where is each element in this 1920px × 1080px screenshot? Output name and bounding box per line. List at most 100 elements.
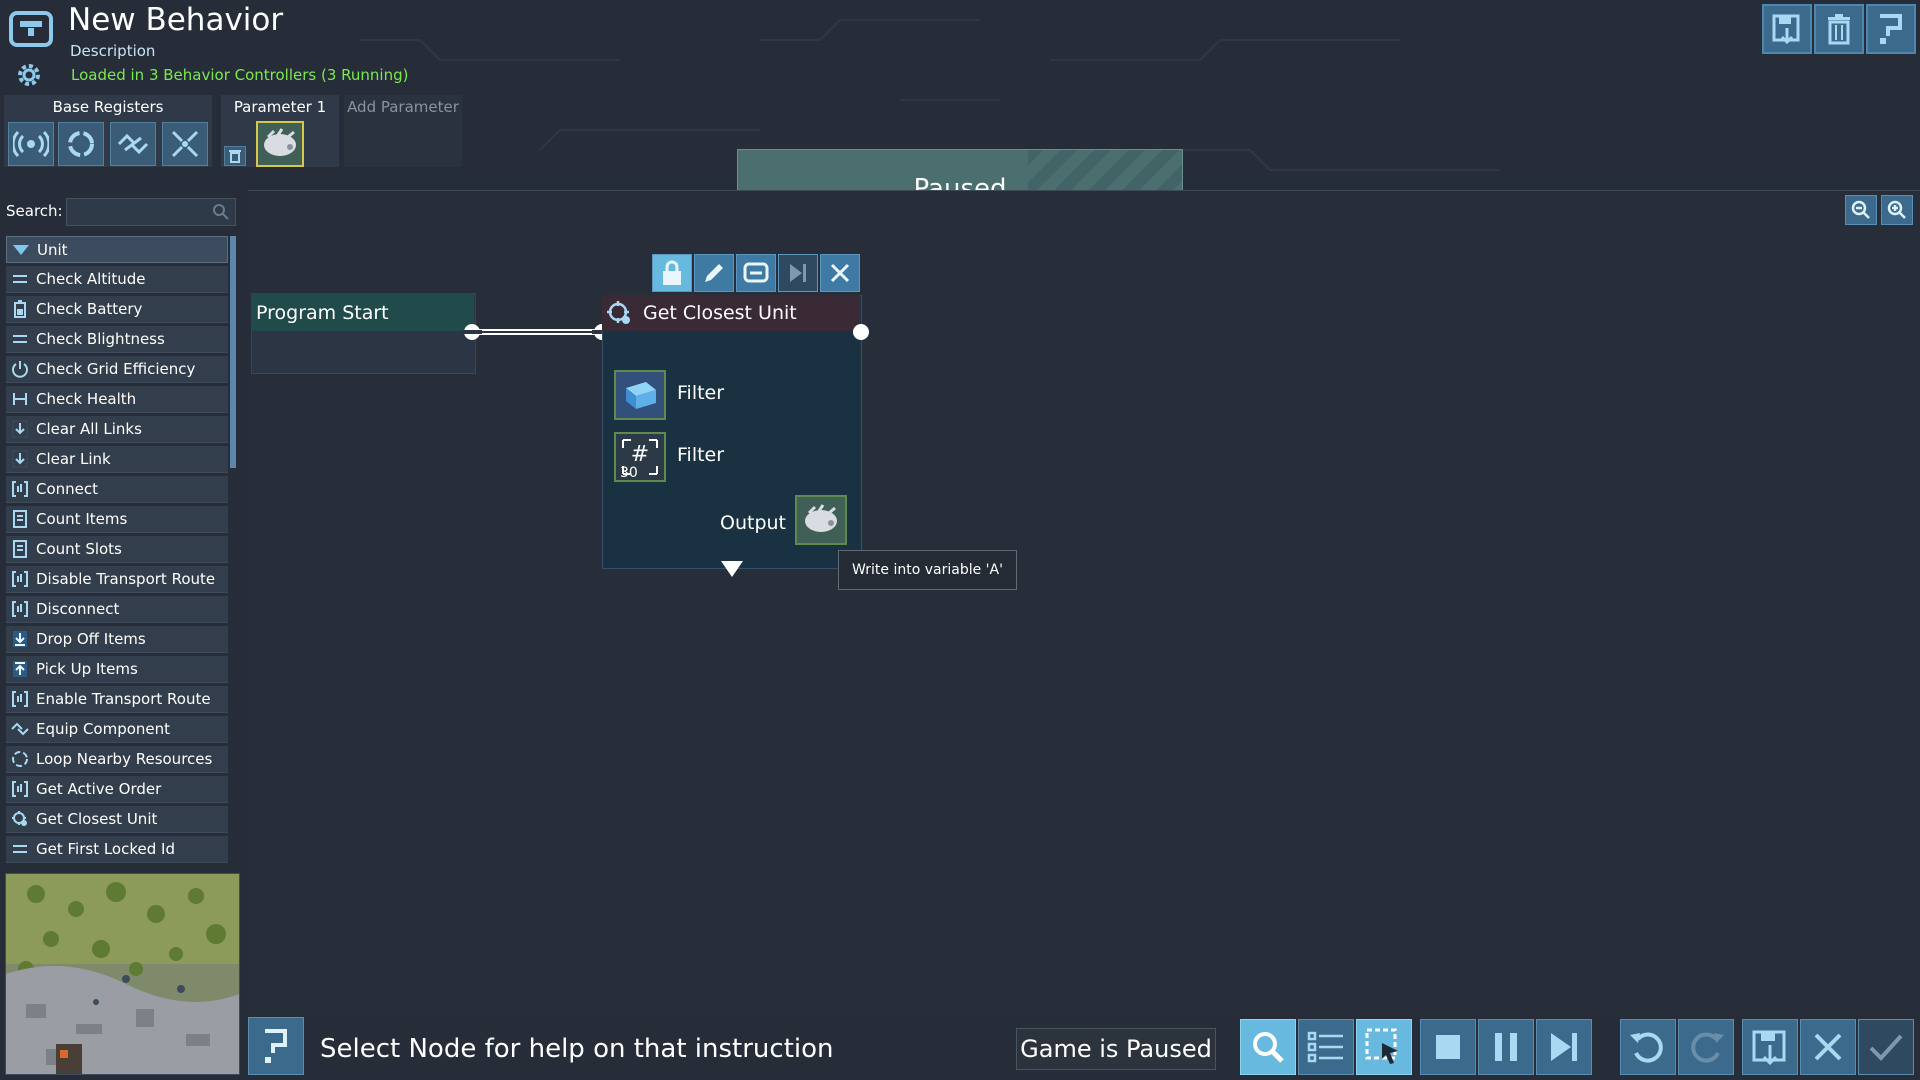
list-item-label: Disable Transport Route bbox=[36, 570, 216, 588]
list-item-label: Check Grid Efficiency bbox=[36, 360, 196, 378]
step-button[interactable] bbox=[1536, 1019, 1592, 1075]
sync-register[interactable] bbox=[58, 122, 104, 166]
svg-text:#: # bbox=[631, 442, 649, 467]
pickup-icon bbox=[10, 659, 30, 679]
lines-icon bbox=[10, 329, 30, 349]
list-item-label: Check Altitude bbox=[36, 270, 146, 288]
behavior-title[interactable]: New Behavior bbox=[68, 2, 283, 38]
checkmark-icon bbox=[1869, 1034, 1903, 1061]
list-view-button[interactable] bbox=[1298, 1019, 1354, 1075]
arrow-down-icon bbox=[10, 449, 30, 469]
magnifier-icon bbox=[1253, 1032, 1284, 1063]
list-item-label: Drop Off Items bbox=[36, 630, 146, 648]
pause-button[interactable] bbox=[1478, 1019, 1534, 1075]
save-bottom-button[interactable] bbox=[1742, 1019, 1798, 1075]
help-icon bbox=[1880, 14, 1902, 44]
bracket-icon bbox=[10, 779, 30, 799]
list-item-label: Loop Nearby Resources bbox=[36, 750, 213, 768]
search-icon bbox=[212, 203, 230, 221]
close-icon bbox=[1814, 1033, 1842, 1061]
behavior-description[interactable]: Description bbox=[70, 42, 155, 60]
link-icon bbox=[10, 719, 30, 739]
parameter-1-slot[interactable] bbox=[256, 121, 304, 167]
delete-button[interactable] bbox=[1814, 4, 1864, 54]
list-item[interactable]: Get First Locked Id bbox=[6, 836, 228, 863]
redo-button[interactable] bbox=[1678, 1019, 1734, 1075]
gear-icon[interactable] bbox=[14, 60, 44, 90]
select-cursor-icon bbox=[1365, 1028, 1398, 1064]
loop-icon bbox=[10, 749, 30, 769]
list-item[interactable]: Check Altitude bbox=[6, 266, 228, 293]
comment-node-button[interactable] bbox=[736, 254, 776, 292]
confirm-button[interactable] bbox=[1858, 1019, 1914, 1075]
lines-icon bbox=[10, 839, 30, 859]
game-status: Game is Paused bbox=[1016, 1028, 1216, 1070]
zoom-in-button[interactable] bbox=[1881, 195, 1913, 225]
select-tool-button[interactable] bbox=[1356, 1019, 1412, 1075]
list-item-label: Connect bbox=[36, 480, 99, 498]
filter-1-slot[interactable] bbox=[614, 370, 666, 420]
list-scrollbar[interactable] bbox=[230, 236, 236, 468]
list-item[interactable]: Check Blightness bbox=[6, 326, 228, 353]
list-item[interactable]: Pick Up Items bbox=[6, 656, 228, 683]
exec-output-port[interactable] bbox=[852, 323, 870, 345]
inspect-button[interactable] bbox=[1240, 1019, 1296, 1075]
get-closest-unit-label: Get Closest Unit bbox=[643, 302, 797, 324]
tab-parameter-1-label: Parameter 1 bbox=[233, 98, 327, 116]
save-button[interactable] bbox=[1762, 4, 1812, 54]
signal-icon bbox=[13, 130, 49, 158]
output-slot[interactable] bbox=[795, 495, 847, 545]
list-item[interactable]: Check Grid Efficiency bbox=[6, 356, 228, 383]
list-item-label: Get Closest Unit bbox=[36, 810, 158, 828]
zoom-in-icon bbox=[1887, 200, 1906, 219]
minimap[interactable] bbox=[5, 873, 240, 1075]
list-item[interactable]: Loop Nearby Resources bbox=[6, 746, 228, 773]
exec-next-port[interactable] bbox=[720, 560, 744, 582]
cube-icon bbox=[626, 382, 656, 409]
list-item[interactable]: Connect bbox=[6, 476, 228, 503]
list-item[interactable]: Check Health bbox=[6, 386, 228, 413]
list-item-label: Count Slots bbox=[36, 540, 122, 558]
step-node-button[interactable] bbox=[778, 254, 818, 292]
list-item[interactable]: Count Items bbox=[6, 506, 228, 533]
lock-node-button[interactable] bbox=[652, 254, 692, 292]
delete-parameter-button[interactable] bbox=[224, 146, 246, 166]
category-unit[interactable]: Unit bbox=[6, 236, 228, 263]
list-item[interactable]: Equip Component bbox=[6, 716, 228, 743]
power-icon bbox=[10, 359, 30, 379]
stop-button[interactable] bbox=[1420, 1019, 1476, 1075]
instruction-help-button[interactable] bbox=[248, 1017, 304, 1075]
delete-node-button[interactable] bbox=[820, 254, 860, 292]
list-item[interactable]: Get Closest Unit bbox=[6, 806, 228, 833]
list-item[interactable]: Disable Transport Route bbox=[6, 566, 228, 593]
search-label: Search: bbox=[6, 202, 63, 220]
edit-node-button[interactable] bbox=[694, 254, 734, 292]
health-icon bbox=[10, 389, 30, 409]
list-item[interactable]: Drop Off Items bbox=[6, 626, 228, 653]
list-item[interactable]: Get Active Order bbox=[6, 776, 228, 803]
zoom-out-button[interactable] bbox=[1845, 195, 1877, 225]
unit-icon bbox=[805, 504, 837, 532]
list-item[interactable]: Clear Link bbox=[6, 446, 228, 473]
signal-register[interactable] bbox=[8, 122, 54, 166]
sync-icon bbox=[68, 131, 94, 157]
zoom-out-icon bbox=[1851, 200, 1870, 219]
link-register[interactable] bbox=[110, 122, 156, 166]
pencil-icon bbox=[705, 264, 723, 282]
list-item-label: Equip Component bbox=[36, 720, 171, 738]
tooltip: Write into variable 'A' bbox=[838, 550, 1017, 590]
program-start-label: Program Start bbox=[256, 302, 389, 324]
list-item[interactable]: Clear All Links bbox=[6, 416, 228, 443]
node-canvas[interactable] bbox=[248, 190, 1920, 1013]
list-item[interactable]: Enable Transport Route bbox=[6, 686, 228, 713]
list-item[interactable]: Check Battery bbox=[6, 296, 228, 323]
search-input[interactable] bbox=[66, 198, 236, 226]
list-item[interactable]: Count Slots bbox=[6, 536, 228, 563]
undo-button[interactable] bbox=[1620, 1019, 1676, 1075]
close-editor-button[interactable] bbox=[1800, 1019, 1856, 1075]
help-top-button[interactable] bbox=[1866, 4, 1916, 54]
lock-icon bbox=[663, 260, 681, 285]
scatter-register[interactable] bbox=[162, 122, 208, 166]
list-item-label: Check Health bbox=[36, 390, 137, 408]
list-item[interactable]: Disconnect bbox=[6, 596, 228, 623]
